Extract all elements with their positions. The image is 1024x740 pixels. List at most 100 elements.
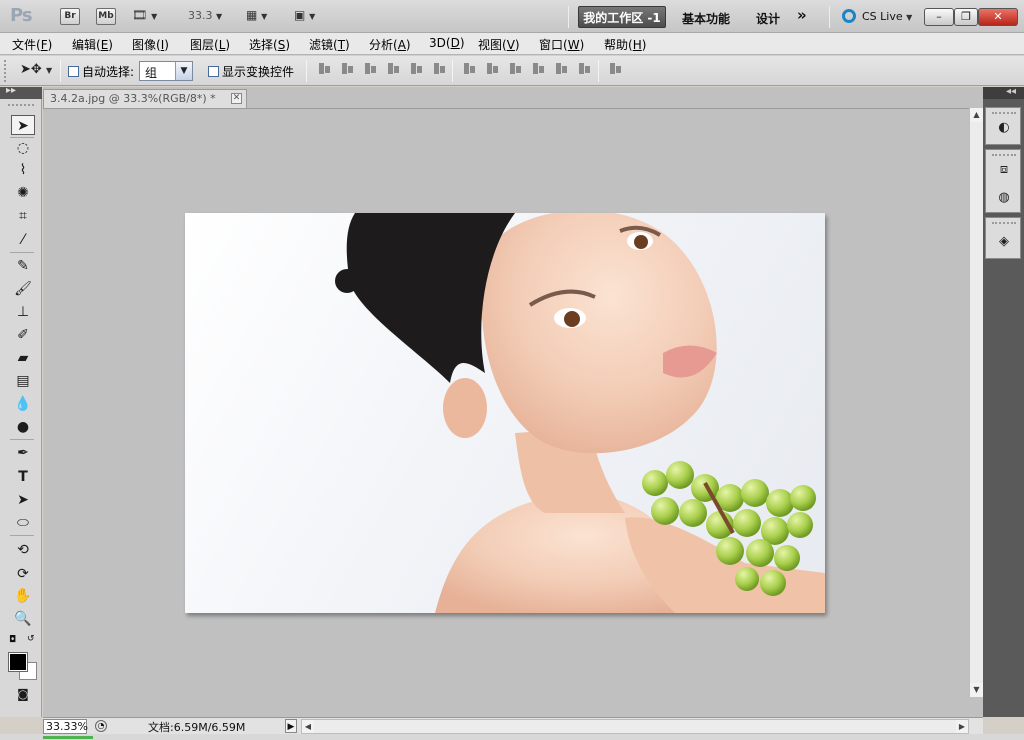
distribute-top-icon[interactable] — [463, 62, 477, 76]
align-bottom-icon[interactable] — [364, 62, 378, 76]
scroll-right-icon[interactable]: ▶ — [956, 720, 968, 733]
document-tab[interactable]: 3.4.2a.jpg @ 33.3%(RGB/8*) * ✕ — [43, 89, 247, 108]
align-buttons — [318, 62, 456, 80]
distribute-left-icon[interactable] — [532, 62, 546, 76]
auto-select-target-select[interactable]: 组 ▼ — [139, 61, 193, 81]
view-extras-button[interactable]: 🎞 ▼ — [132, 8, 157, 22]
clone-stamp-tool[interactable]: ⊥ — [11, 302, 35, 322]
spot-healing-brush-tool[interactable]: ✎ — [11, 256, 35, 276]
close-icon[interactable]: ✕ — [231, 93, 242, 104]
dodge-icon: ● — [16, 419, 30, 435]
align-right-icon[interactable] — [433, 62, 447, 76]
expand-panels-button[interactable]: ◂◂ — [983, 87, 1024, 99]
tools-panel-header[interactable]: ▸▸ — [0, 85, 42, 99]
document-canvas-image[interactable] — [185, 213, 825, 613]
arrange-documents-button[interactable]: ▦ ▼ — [246, 8, 267, 22]
elliptical-marquee-tool[interactable]: ◌ — [11, 138, 35, 158]
scroll-left-icon[interactable]: ◀ — [302, 720, 314, 733]
ellipse-shape-tool[interactable]: ⬭ — [11, 513, 35, 533]
quick-mask-button[interactable]: ◙ — [11, 684, 35, 704]
scroll-down-icon[interactable]: ▼ — [970, 683, 983, 697]
menu-item-h[interactable]: 帮助(H) — [604, 36, 646, 53]
menu-item-v[interactable]: 视图(V) — [478, 36, 520, 53]
dodge-tool[interactable]: ● — [11, 417, 35, 437]
mini-bridge-button[interactable]: Mb — [96, 8, 116, 25]
close-button[interactable]: ✕ — [978, 8, 1018, 26]
zoom-percentage-field[interactable]: 33.33% — [43, 719, 88, 734]
foreground-color-swatch[interactable] — [8, 652, 28, 672]
auto-align-layers-button[interactable] — [609, 62, 632, 80]
align-left-icon[interactable] — [387, 62, 401, 76]
hand-tool[interactable]: ✋ — [11, 586, 35, 606]
pen-tool[interactable]: ✒ — [11, 443, 35, 463]
crop-tool[interactable]: ⌗ — [11, 206, 35, 226]
blur-tool[interactable]: 💧 — [11, 394, 35, 414]
panel-grip[interactable] — [992, 222, 1016, 224]
layers-panel-icon[interactable]: ◈ — [994, 232, 1014, 252]
menu-item-accelerator: S — [277, 38, 286, 52]
zoom-level-dropdown[interactable]: 33.3 ▼ — [188, 9, 222, 22]
history-brush-tool[interactable]: ✐ — [11, 325, 35, 345]
menu-item-l[interactable]: 图层(L) — [190, 36, 230, 53]
align-top-icon[interactable] — [318, 62, 332, 76]
quick-selection-tool[interactable]: ✺ — [11, 183, 35, 203]
chevron-down-icon: ▼ — [906, 13, 913, 22]
workspace-design[interactable]: 设计 — [756, 10, 780, 27]
restore-button[interactable]: ❐ — [954, 8, 978, 26]
distribute-vertical-center-icon[interactable] — [486, 62, 500, 76]
align-horizontal-center-icon[interactable] — [410, 62, 424, 76]
auto-select-checkbox[interactable]: 自动选择: — [68, 63, 134, 80]
brush-tool[interactable]: 🖌 — [11, 279, 35, 299]
more-workspaces-button[interactable]: » — [797, 6, 807, 24]
tool-preset-picker[interactable]: ➤✥ ▼ — [20, 62, 52, 77]
scroll-up-icon[interactable]: ▲ — [970, 108, 983, 122]
menu-item-i[interactable]: 图像(I) — [132, 36, 169, 53]
status-info-icon[interactable]: ◔ — [95, 720, 107, 732]
distribute-right-icon[interactable] — [578, 62, 592, 76]
vertical-scrollbar[interactable]: ▲ ▼ — [969, 108, 983, 697]
menu-item-w[interactable]: 窗口(W) — [539, 36, 584, 53]
canvas-viewport[interactable] — [43, 108, 969, 718]
type-tool[interactable]: T — [11, 467, 35, 487]
polygonal-lasso-tool[interactable]: ⌇ — [11, 160, 35, 180]
swap-colors-button[interactable]: ↺ — [27, 634, 35, 644]
panel-grip[interactable] — [992, 154, 1016, 156]
menu-item-e[interactable]: 编辑(E) — [72, 36, 113, 53]
gradient-tool[interactable]: ▤ — [11, 371, 35, 391]
3d-rotate-tool[interactable]: ⟲ — [11, 540, 35, 560]
bridge-button[interactable]: Br — [60, 8, 80, 25]
tools-panel-grip[interactable] — [8, 104, 34, 107]
menu-item-d[interactable]: 3D(D) — [429, 36, 465, 50]
3d-orbit-tool[interactable]: ⟳ — [11, 564, 35, 584]
default-colors-button[interactable]: ◘ — [9, 635, 16, 645]
masks-panel-icon[interactable]: ◍ — [994, 188, 1014, 208]
menu-item-s[interactable]: 选择(S) — [249, 36, 290, 53]
move-tool[interactable]: ➤ — [11, 115, 35, 135]
minimize-button[interactable]: – — [924, 8, 954, 26]
align-vertical-center-icon[interactable] — [341, 62, 355, 76]
workspace-essentials[interactable]: 基本功能 — [682, 10, 730, 27]
menu-item-a[interactable]: 分析(A) — [369, 36, 411, 53]
options-bar-grip[interactable] — [4, 60, 8, 82]
menu-item-f[interactable]: 文件(F) — [12, 36, 52, 53]
show-transform-controls-checkbox[interactable]: 显示变换控件 — [208, 63, 294, 80]
menu-item-t[interactable]: 滤镜(T) — [309, 36, 350, 53]
navigator-panel-icon[interactable]: ◐ — [994, 118, 1014, 138]
gradient-icon: ▤ — [16, 373, 30, 389]
status-menu-button[interactable]: ▶ — [285, 719, 297, 733]
distribute-horizontal-center-icon[interactable] — [555, 62, 569, 76]
eyedropper-tool[interactable]: ⁄ — [11, 230, 35, 250]
zoom-tool[interactable]: 🔍 — [11, 609, 35, 629]
eyedropper-icon: ⁄ — [21, 232, 25, 248]
path-selection-tool[interactable]: ➤ — [11, 490, 35, 510]
cs-live-button[interactable]: CS Live ▼ — [842, 9, 912, 23]
eraser-tool[interactable]: ▰ — [11, 348, 35, 368]
distribute-bottom-icon[interactable] — [509, 62, 523, 76]
panel-grip[interactable] — [992, 112, 1016, 114]
bandage-icon: ✎ — [17, 258, 29, 274]
adjustments-panel-icon[interactable]: ⧈ — [994, 160, 1014, 180]
screen-mode-button[interactable]: ▣ ▼ — [294, 8, 315, 22]
zoom-level-value: 33.3 — [188, 9, 213, 22]
horizontal-scrollbar[interactable]: ◀ ▶ — [301, 719, 969, 734]
workspace-my-workspace[interactable]: 我的工作区 -1 — [578, 6, 666, 28]
